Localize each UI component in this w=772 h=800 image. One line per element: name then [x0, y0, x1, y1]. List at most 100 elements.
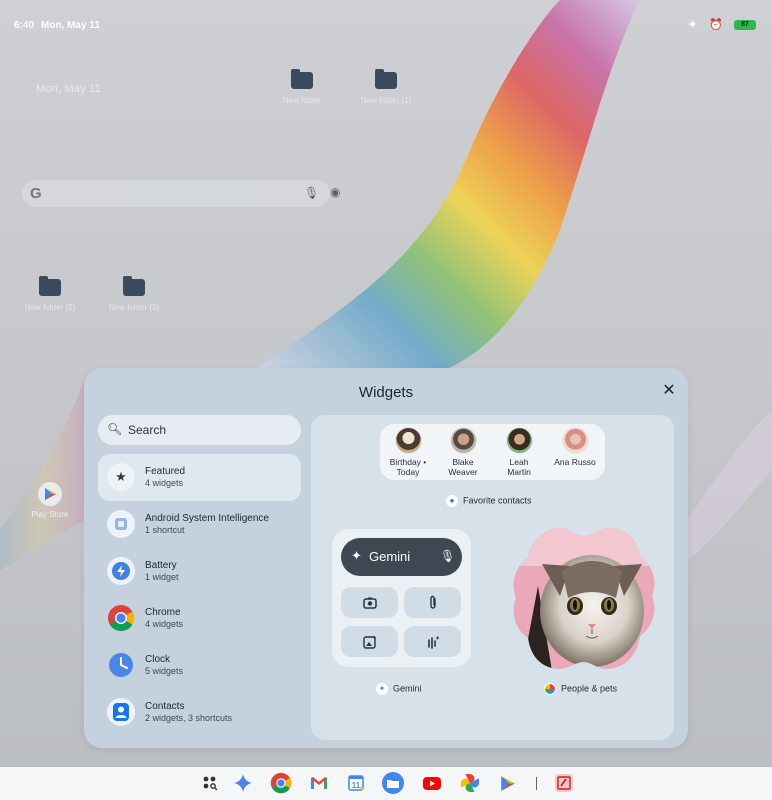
category-count: 5 widgets [145, 666, 184, 676]
category-name: Clock [145, 654, 171, 665]
widget-category-list: ★ Featured 4 widgets Android System Inte… [98, 454, 301, 736]
home-folder[interactable]: New folder (1) [346, 69, 426, 105]
contact-name-line2: Today [396, 467, 420, 477]
mic-icon[interactable]: 🎙 [304, 186, 319, 200]
play-store-icon[interactable] [497, 772, 519, 794]
category-chrome[interactable]: Chrome 4 widgets [98, 595, 301, 642]
category-count: 1 shortcut [145, 525, 185, 535]
files-icon[interactable] [382, 772, 404, 794]
contact-name: Birthday • [389, 457, 427, 467]
category-name: Contacts [145, 701, 185, 712]
gemini-prompt-bar[interactable]: ✦ Gemini 🎙︎ [341, 538, 462, 576]
lens-icon[interactable]: ◉ [330, 185, 340, 199]
home-folder[interactable]: New folder (3) [94, 276, 174, 312]
camera-icon[interactable] [341, 587, 398, 618]
category-name: Battery [145, 560, 177, 571]
contact-item[interactable]: Blake Weaver [436, 427, 490, 477]
contact-item[interactable]: Leah Martin [492, 427, 546, 477]
folder-label: New folder (3) [108, 303, 160, 312]
status-time: 6:40 [14, 20, 35, 31]
chrome-icon[interactable] [270, 772, 292, 794]
alarm-icon: ⏰ [709, 19, 723, 31]
recent-app-icon[interactable] [553, 772, 575, 794]
category-battery[interactable]: Battery 1 widget [98, 548, 301, 595]
sheet-title: Widgets [358, 384, 414, 401]
battery-icon: 87 [734, 20, 756, 30]
folder-icon [39, 276, 61, 296]
gmail-icon[interactable] [308, 772, 330, 794]
home-folder[interactable]: New folder (2) [10, 276, 90, 312]
app-drawer-icon[interactable] [199, 772, 221, 794]
category-count: 4 widgets [145, 619, 184, 629]
youtube-icon[interactable] [421, 772, 443, 794]
contact-item[interactable]: Birthday • Today [381, 427, 435, 477]
folder-icon [375, 69, 397, 89]
live-waveform-icon[interactable] [404, 626, 461, 657]
gemini-widget-label: ✦ Gemini [376, 683, 422, 695]
photos-icon[interactable] [459, 772, 481, 794]
gemini-sparkle-icon: ✦ [688, 19, 698, 31]
favorite-contacts-widget[interactable]: Birthday • Today Blake Weaver Leah Marti… [380, 424, 605, 480]
avatar [394, 427, 422, 454]
category-name: Android System Intelligence [145, 513, 269, 524]
svg-text:11: 11 [352, 781, 361, 790]
search-placeholder: Search [128, 423, 167, 437]
contact-name-line2: Weaver [448, 467, 478, 477]
category-featured[interactable]: ★ Featured 4 widgets [98, 454, 301, 501]
contact-name: Ana Russo [554, 457, 596, 467]
category-count: 4 widgets [145, 478, 184, 488]
folder-icon [291, 69, 313, 89]
play-store-label: Play Store [31, 510, 69, 519]
battery-bolt-icon [107, 557, 135, 585]
category-name: Chrome [145, 607, 181, 618]
gemini-icon: ✦ [376, 683, 388, 695]
avatar [449, 427, 477, 454]
category-count: 2 widgets, 3 shortcuts [145, 713, 233, 723]
google-search-bar[interactable]: G 🎙 ◉ [22, 180, 340, 207]
people-pets-label: People & pets [544, 683, 617, 695]
contact-item[interactable]: Ana Russo [548, 427, 602, 467]
image-spark-icon[interactable] [341, 626, 398, 657]
contacts-icon: ● [446, 495, 458, 507]
taskbar: 11 [0, 767, 772, 800]
clock-icon [107, 651, 135, 679]
play-store-icon [38, 482, 62, 506]
chrome-icon [107, 604, 135, 632]
category-android-system-intelligence[interactable]: Android System Intelligence 1 shortcut [98, 501, 301, 548]
contact-name-line2: Martin [507, 467, 531, 477]
people-pets-widget[interactable] [512, 526, 656, 676]
folder-label: New folder (1) [360, 96, 412, 105]
close-icon[interactable]: ✕ [660, 382, 678, 400]
google-logo-icon: G [30, 185, 42, 202]
widget-preview-area: Birthday • Today Blake Weaver Leah Marti… [311, 415, 674, 740]
home-folder[interactable]: New folder [262, 69, 342, 105]
star-icon: ★ [107, 463, 135, 491]
attach-icon[interactable] [404, 587, 461, 618]
search-icon: 🔍︎ [107, 422, 123, 436]
favorite-contacts-label: ● Favorite contacts [446, 495, 532, 507]
pet-photo [513, 527, 655, 669]
widget-search-input[interactable]: 🔍︎ Search [98, 415, 301, 445]
asi-icon [107, 510, 135, 538]
play-store-shortcut[interactable]: Play Store [30, 482, 70, 519]
contact-name: Leah [509, 457, 529, 467]
folder-label: New folder (2) [24, 303, 76, 312]
gemini-icon[interactable] [232, 772, 254, 794]
status-bar: 6:40 Mon, May 11 ✦ ⏰ 87 [0, 0, 772, 44]
contacts-icon [107, 698, 135, 726]
home-date-widget[interactable]: Mon, May 11 [36, 83, 101, 95]
taskbar-divider [536, 777, 537, 790]
widgets-sheet: Widgets ✕ 🔍︎ Search ★ Featured 4 widgets… [84, 368, 688, 748]
folder-label: New folder [282, 96, 322, 105]
gemini-widget[interactable]: ✦ Gemini 🎙︎ [332, 529, 471, 667]
avatar [561, 427, 589, 454]
contact-name: Blake [452, 457, 474, 467]
gemini-sparkle-icon: ✦ [351, 548, 362, 563]
mic-icon[interactable]: 🎙︎ [440, 549, 455, 563]
category-clock[interactable]: Clock 5 widgets [98, 642, 301, 689]
category-contacts[interactable]: Contacts 2 widgets, 3 shortcuts [98, 689, 301, 736]
gemini-bar-label: Gemini [369, 549, 411, 564]
photos-icon [544, 683, 556, 695]
category-count: 1 widget [145, 572, 179, 582]
calendar-icon[interactable]: 11 [345, 772, 367, 794]
